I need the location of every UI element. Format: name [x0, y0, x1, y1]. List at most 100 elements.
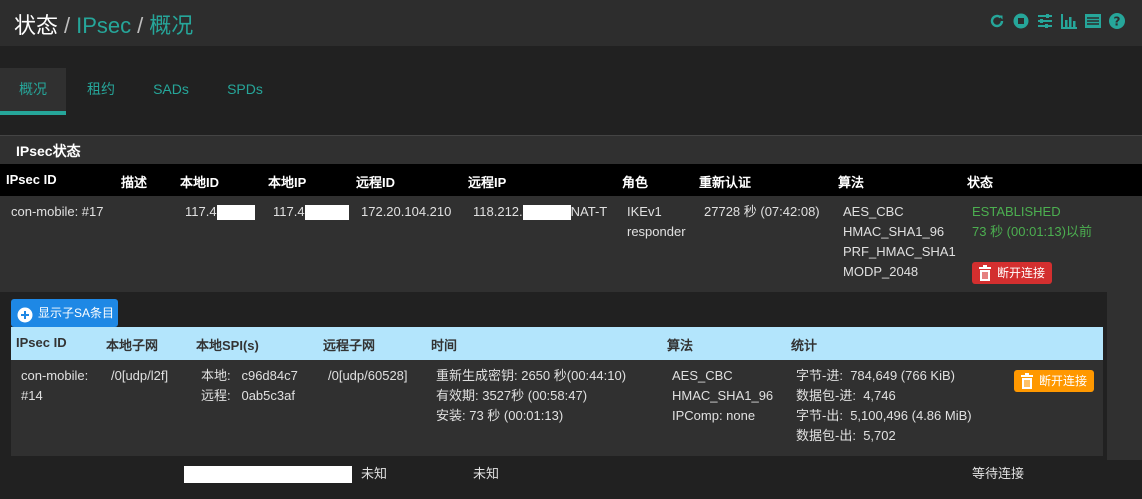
trash-icon: [978, 265, 992, 281]
status-state: ESTABLISHED: [972, 204, 1061, 219]
time-line: 有效期: 3527秒 (00:58:47): [436, 388, 588, 403]
spi-local-label: 本地:: [201, 368, 231, 383]
stop-icon[interactable]: [1012, 12, 1030, 30]
local-subnet: /0[udp/l2f]: [111, 368, 169, 383]
algorithm-line: MODP_2048: [843, 264, 919, 279]
child-ipsec-id: con-mobile: #14: [21, 366, 88, 406]
panel-title: IPsec状态: [16, 143, 81, 159]
reload-icon[interactable]: [988, 12, 1006, 30]
column-header: 本地子网: [106, 338, 159, 353]
local-ip-value: 117.4: [273, 204, 305, 219]
role-line: IKEv1: [627, 204, 662, 219]
child-table-row: con-mobile: #14 /0[udp/l2f] 本地: c96d84c7…: [11, 360, 1103, 456]
child-algorithm: AES_CBC HMAC_SHA1_96 IPComp: none: [672, 366, 773, 426]
table-header: IPsec ID 描述 本地ID 本地IP 远程ID 远程IP 角色 重新认证 …: [0, 164, 1142, 196]
child-id-line: #14: [21, 388, 43, 403]
remote-id: 172.20.104.210: [361, 204, 452, 219]
column-header: 远程ID: [356, 175, 396, 190]
local-id: 117.4: [185, 202, 255, 222]
column-header: 重新认证: [699, 175, 752, 190]
column-header: 本地ID: [180, 175, 220, 190]
child-time: 重新生成密钥: 2650 秒(00:44:10) 有效期: 3527秒 (00:…: [436, 366, 626, 426]
time-line: 安装: 73 秒 (00:01:13): [436, 408, 564, 423]
local-spi: 本地: c96d84c7 远程: 0ab5c3af: [201, 366, 298, 406]
child-stats: 字节-进: 784,649 (766 KiB) 数据包-进: 4,746 字节-…: [796, 366, 972, 446]
redaction-block: [184, 466, 352, 483]
algorithm-line: AES_CBC: [672, 368, 733, 383]
stat-label: 数据包-出:: [796, 428, 856, 443]
breadcrumb: 状态 / IPsec / 概况: [14, 8, 193, 40]
header-icons: ?: [988, 12, 1126, 30]
show-child-sa-button[interactable]: 显示子SA条目: [11, 299, 118, 327]
algorithm-line: HMAC_SHA1_96: [672, 388, 774, 403]
breadcrumb-ipsec-link[interactable]: IPsec: [76, 13, 131, 38]
status-time: 73 秒 (00:01:13)以前: [972, 224, 1092, 239]
local-ip: 117.4: [273, 202, 349, 222]
tab-bar: 概况 租约 SADs SPDs: [0, 68, 1142, 115]
algorithm-line: PRF_HMAC_SHA1: [843, 244, 956, 259]
table-row: 未知 未知 等待连接: [0, 460, 1142, 499]
remote-ip: 118.212. NAT-T: [473, 202, 607, 222]
column-header: 本地IP: [268, 175, 307, 190]
unknown-remote-id: 未知: [361, 466, 388, 481]
column-header: 统计: [791, 338, 818, 353]
column-header: 远程子网: [323, 338, 376, 353]
local-id-value: 117.4: [185, 204, 217, 219]
table-row: con-mobile: #17 117.4 117.4 172.20.104.2…: [0, 196, 1107, 292]
waiting-status: 等待连接: [972, 466, 1025, 481]
redaction-block: [522, 205, 571, 221]
ipsec-status-panel: IPsec状态 IPsec ID 描述 本地ID 本地IP 远程ID 远程IP …: [0, 135, 1142, 499]
tab-overview[interactable]: 概况: [0, 68, 66, 115]
algorithm-line: IPComp: none: [672, 408, 756, 423]
plus-circle-icon: [17, 305, 33, 323]
stat-label: 数据包-进:: [796, 388, 856, 403]
breadcrumb-separator: /: [64, 13, 71, 38]
spi-remote-label: 远程:: [201, 388, 231, 403]
column-header: 算法: [838, 175, 865, 190]
remote-ip-nat: NAT-T: [570, 204, 608, 219]
tab-spds[interactable]: SPDs: [218, 68, 272, 115]
child-disconnect-button[interactable]: 断开连接: [1014, 370, 1094, 392]
breadcrumb-overview-link[interactable]: 概况: [149, 13, 193, 38]
top-bar: 状态 / IPsec / 概况 ?: [0, 0, 1142, 46]
algorithm-line: HMAC_SHA1_96: [843, 224, 945, 239]
spi-local-value: c96d84c7: [241, 368, 298, 383]
role-line: responder: [627, 224, 686, 239]
disconnect-label: 断开连接: [997, 266, 1046, 280]
tab-leases[interactable]: 租约: [74, 68, 128, 115]
column-header: IPsec ID: [6, 172, 57, 187]
tab-sads[interactable]: SADs: [144, 68, 198, 115]
remote-subnet: /0[udp/60528]: [328, 368, 408, 383]
trash-icon: [1020, 373, 1034, 389]
breadcrumb-status: 状态: [14, 13, 59, 38]
stat-value: 4,746: [863, 388, 896, 403]
column-header: 描述: [121, 175, 148, 190]
sliders-icon[interactable]: [1036, 12, 1054, 30]
redaction-block: [216, 205, 255, 221]
ipsec-id: con-mobile: #17: [11, 204, 104, 219]
time-line: 重新生成密钥: 2650 秒(00:44:10): [436, 368, 627, 383]
column-header: 远程IP: [468, 175, 507, 190]
child-id-line: con-mobile:: [21, 368, 89, 383]
remote-ip-prefix: 118.212.: [473, 204, 523, 219]
reauth: 27728 秒 (07:42:08): [704, 204, 820, 219]
algorithm: AES_CBC HMAC_SHA1_96 PRF_HMAC_SHA1 MODP_…: [843, 202, 956, 282]
disconnect-button[interactable]: 断开连接: [972, 262, 1052, 284]
list-icon[interactable]: [1084, 12, 1102, 30]
algorithm-line: AES_CBC: [843, 204, 904, 219]
stat-value: 784,649 (766 KiB): [850, 368, 955, 383]
child-sa-section: 显示子SA条目 IPsec ID 本地子网 本地SPI(s) 远程子网 时间 算…: [0, 292, 1107, 460]
show-child-sa-label: 显示子SA条目: [38, 306, 115, 320]
redaction-block: [304, 205, 349, 221]
svg-text:?: ?: [1114, 15, 1121, 29]
column-header: 本地SPI(s): [196, 338, 259, 353]
role: IKEv1 responder: [627, 202, 686, 242]
column-header: IPsec ID: [16, 335, 67, 350]
status: ESTABLISHED 73 秒 (00:01:13)以前: [972, 202, 1092, 242]
stat-value: 5,702: [863, 428, 896, 443]
bar-chart-icon[interactable]: [1060, 12, 1078, 30]
child-disconnect-label: 断开连接: [1039, 374, 1088, 388]
column-header: 算法: [667, 338, 694, 353]
spi-remote-value: 0ab5c3af: [241, 388, 295, 403]
help-icon[interactable]: ?: [1108, 12, 1126, 30]
